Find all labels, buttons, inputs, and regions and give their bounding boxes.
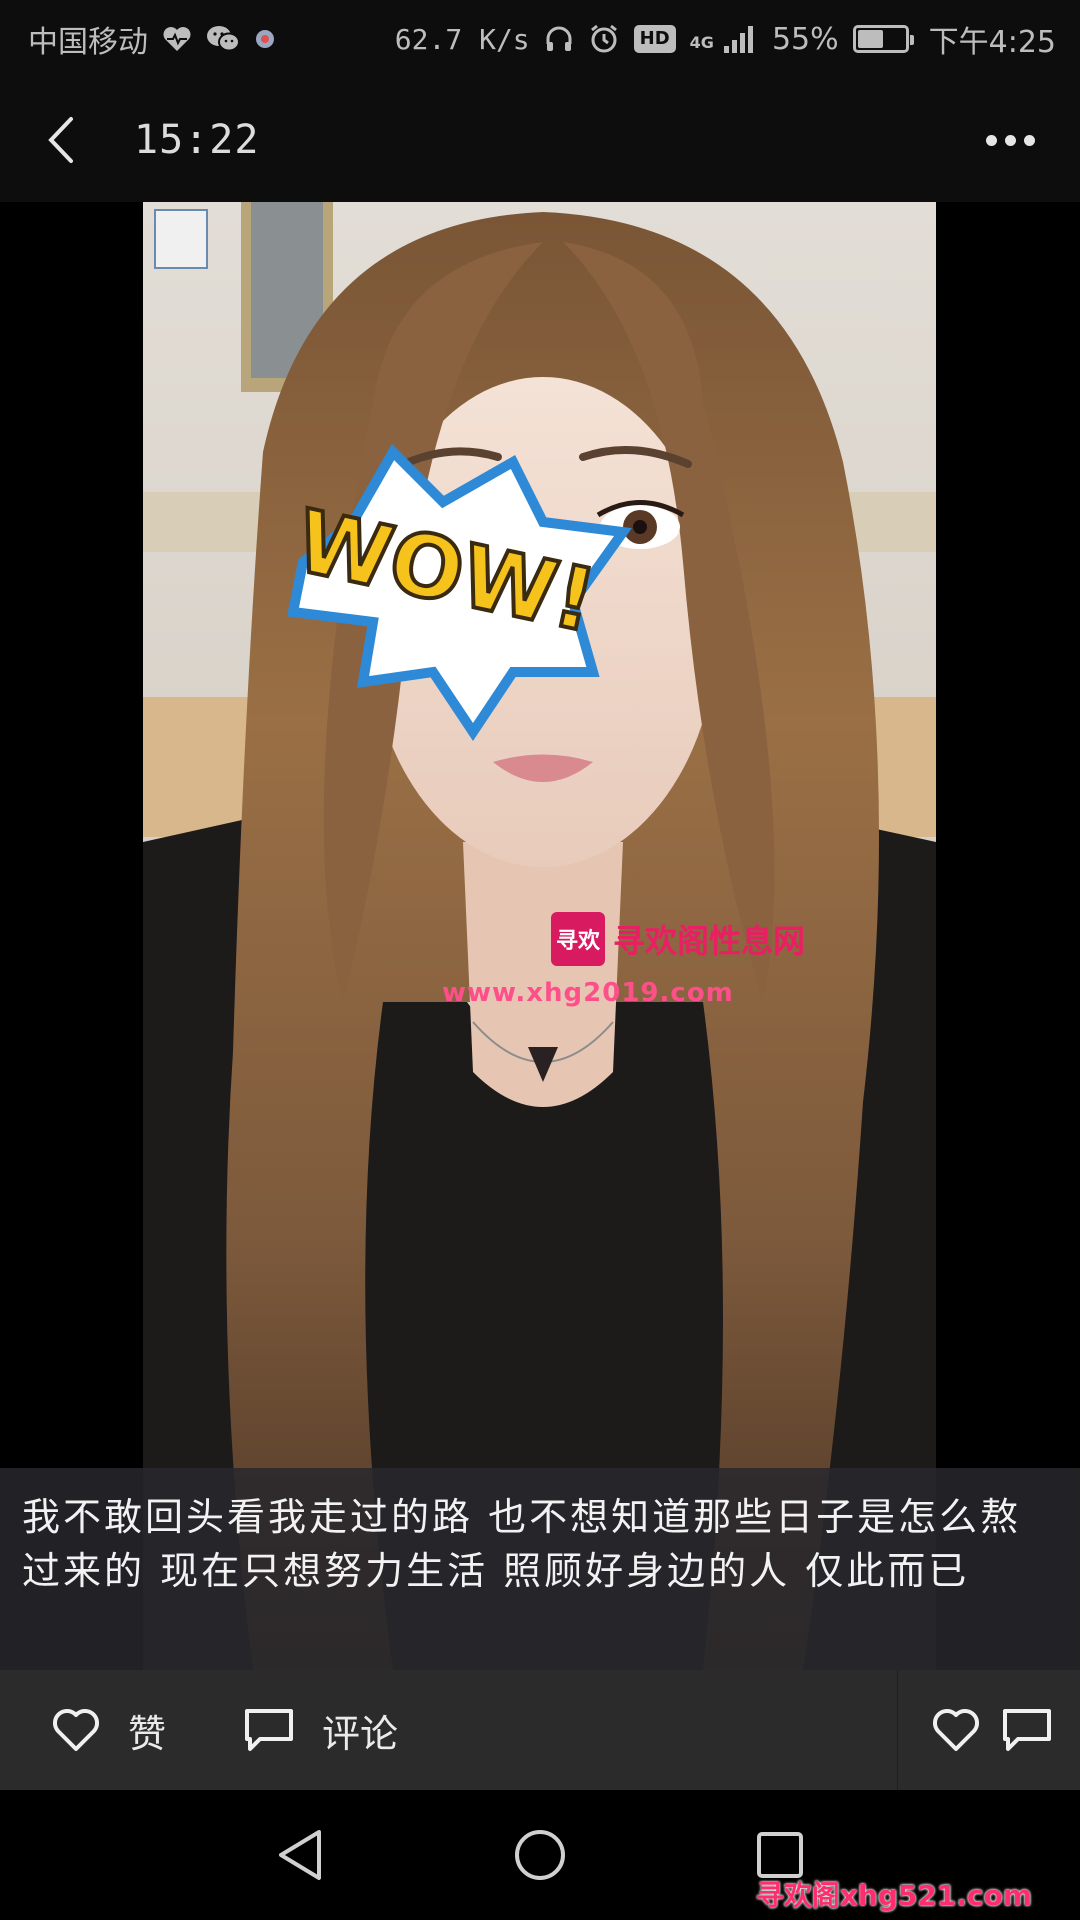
square-recents-icon xyxy=(757,1832,803,1878)
center-watermark: 寻欢 寻欢阁性息网 xyxy=(551,912,805,966)
heart-pulse-icon xyxy=(162,26,192,52)
post-photo[interactable]: WOW! 寻欢 寻欢阁性息网 xyxy=(143,202,936,1670)
post-caption: 我不敢回头看我走过的路 也不想知道那些日子是怎么熬过来的 现在只想努力生活 照顾… xyxy=(0,1468,1080,1670)
battery-percent-label: 55% xyxy=(771,21,839,57)
back-button[interactable] xyxy=(30,100,90,180)
alarm-icon xyxy=(588,23,620,55)
headphones-icon xyxy=(544,24,574,54)
nav-home-button[interactable] xyxy=(495,1810,585,1900)
status-bar: 中国移动 62.7 K/s HD 4G 55% 下午4:25 xyxy=(0,0,1080,78)
comments-list-button[interactable] xyxy=(1002,1708,1052,1752)
more-options-button[interactable] xyxy=(970,100,1050,180)
app-notification-icon xyxy=(254,28,276,50)
wechat-icon xyxy=(206,25,240,53)
battery-icon xyxy=(852,25,914,53)
nav-back-button[interactable] xyxy=(255,1810,345,1900)
status-left: 中国移动 xyxy=(28,17,276,61)
net-speed-label: 62.7 K/s xyxy=(394,22,530,56)
chevron-left-icon xyxy=(48,117,73,163)
corner-watermark: 寻欢阁xhg521.com xyxy=(755,1879,1032,1912)
comment-button[interactable]: 评论 xyxy=(244,1703,398,1758)
watermark-logo: 寻欢 xyxy=(551,912,605,966)
more-dot-icon xyxy=(1004,134,1016,146)
triangle-back-icon xyxy=(279,1830,321,1880)
carrier-label: 中国移动 xyxy=(28,25,148,60)
like-button[interactable]: 赞 xyxy=(52,1703,166,1758)
heart-icon xyxy=(932,1708,980,1751)
like-label: 赞 xyxy=(128,1711,167,1756)
heart-icon xyxy=(52,1708,100,1751)
comment-label: 评论 xyxy=(322,1711,399,1756)
network-type-label: 4G xyxy=(689,33,714,52)
hd-badge: HD xyxy=(633,25,676,53)
comment-icon xyxy=(245,1709,294,1751)
app-header: 15:22 xyxy=(0,78,1080,202)
watermark-title: 寻欢阁性息网 xyxy=(613,922,806,960)
comment-icon xyxy=(1003,1709,1051,1751)
status-right: 62.7 K/s HD 4G 55% 下午4:25 xyxy=(395,17,1056,61)
circle-home-icon xyxy=(515,1830,565,1880)
clock-label: 下午4:25 xyxy=(928,25,1056,60)
action-right-group xyxy=(897,1670,1080,1790)
more-dot-icon xyxy=(1023,134,1035,146)
more-dot-icon xyxy=(985,134,997,146)
action-bar: 赞 评论 xyxy=(0,1670,1080,1790)
page-title: 15:22 xyxy=(134,117,260,163)
signal-icon xyxy=(722,24,758,54)
photo-viewer[interactable]: WOW! 寻欢 寻欢阁性息网 www.xhg2019.com xyxy=(0,202,1080,1670)
watermark-url: www.xhg2019.com xyxy=(442,978,734,1008)
likes-list-button[interactable] xyxy=(932,1708,980,1752)
portrait-illustration: WOW! xyxy=(143,202,936,1670)
battery-fill xyxy=(857,30,883,48)
